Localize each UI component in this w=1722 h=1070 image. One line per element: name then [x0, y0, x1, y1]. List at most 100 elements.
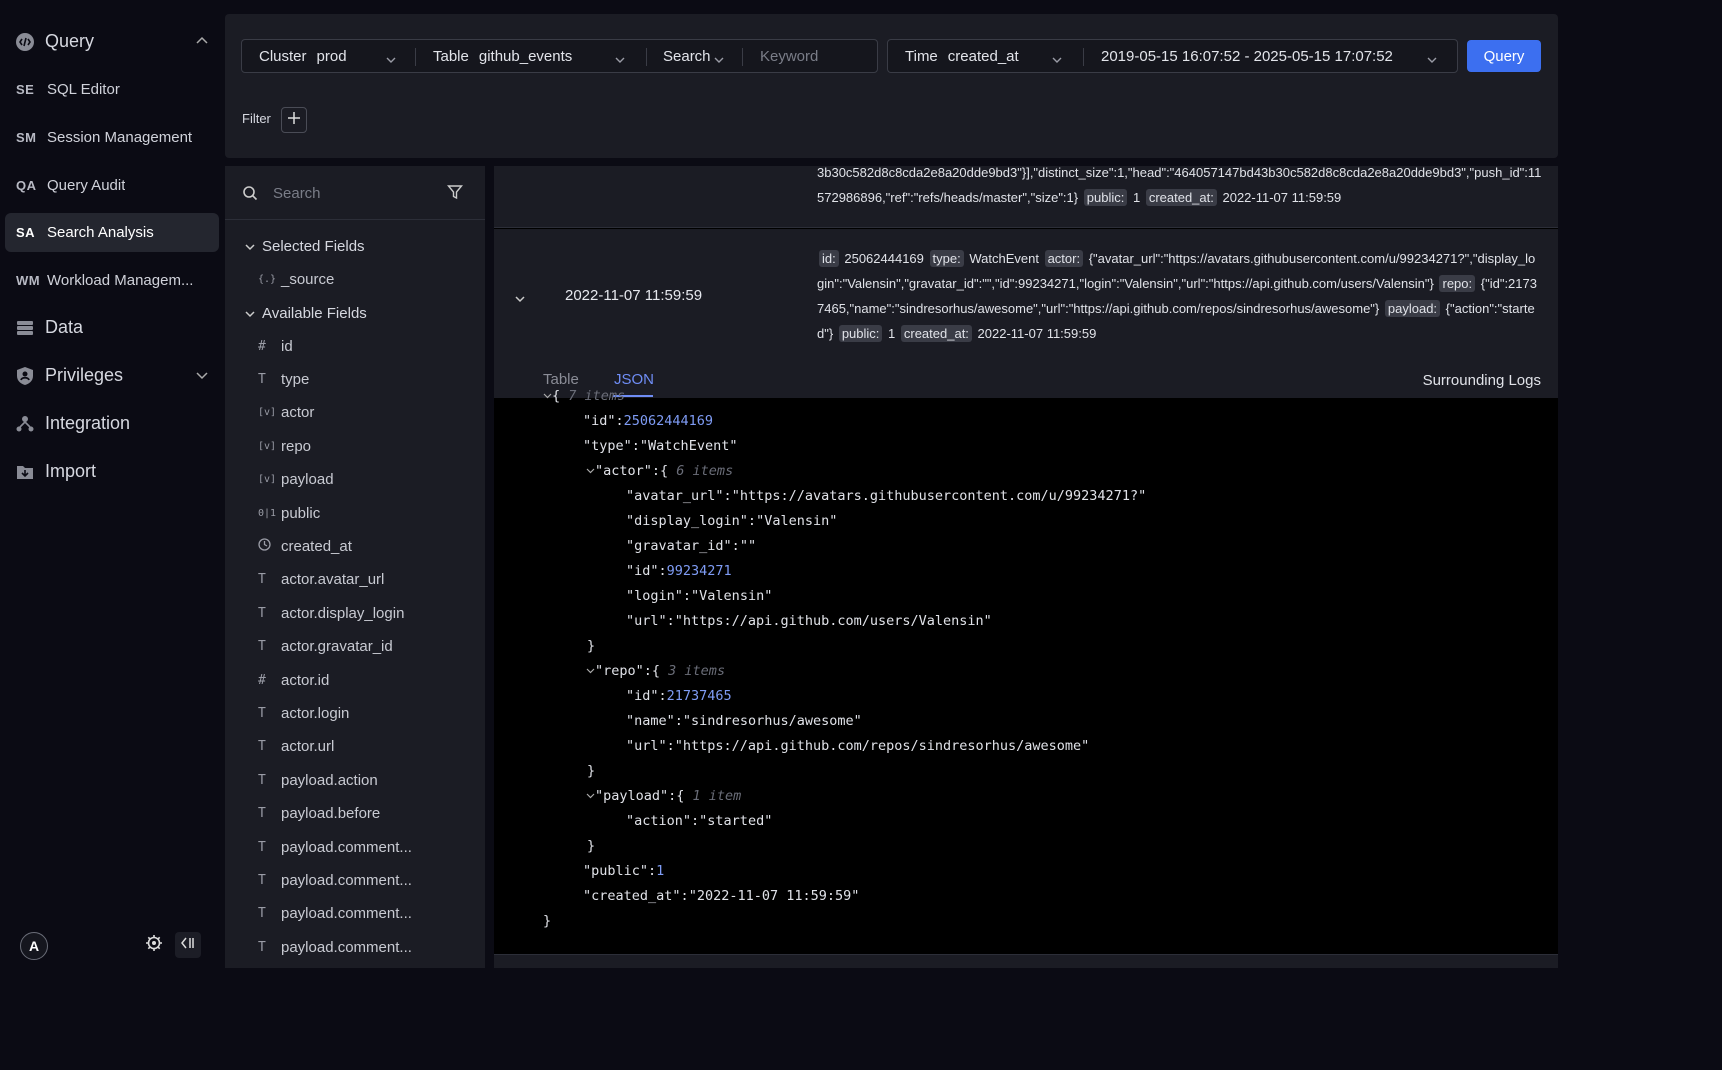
field-name: payload.comment... [281, 838, 412, 856]
log-row-content: id: 25062444169 type: WatchEvent actor: … [817, 246, 1542, 346]
available-field-item[interactable]: [v] actor [258, 398, 314, 428]
nav-item-data[interactable]: Data [5, 308, 219, 347]
available-field-item[interactable]: [v] repo [258, 431, 311, 461]
available-field-item[interactable]: Tpayload.action [258, 765, 378, 795]
nav-label: Privileges [45, 365, 124, 385]
field-tag: type: [929, 250, 964, 267]
divider [1083, 48, 1084, 66]
nav-abbr: SA [16, 225, 36, 240]
json-brace: } [587, 763, 596, 779]
clock-icon [258, 538, 281, 555]
available-field-item[interactable]: Tpayload.comment... [258, 899, 412, 929]
chevron-down-icon[interactable] [586, 788, 595, 804]
integration-icon [5, 414, 45, 434]
json-object-close: } [587, 634, 595, 659]
json-key: "url" [626, 613, 667, 629]
available-field-item[interactable]: Tactor.display_login [258, 598, 404, 628]
nav-item-sql-editor[interactable]: SE SQL Editor [5, 70, 219, 109]
field-value: {"avatar_url":"https://avatars.githubuse… [817, 251, 1536, 291]
json-value: 25062444169 [623, 413, 714, 429]
json-entry: "type":"WatchEvent" [583, 438, 738, 454]
log-row-expanded[interactable]: 2022-11-07 11:59:59 id: 25062444169 type… [494, 229, 1558, 363]
chevron-down-icon[interactable] [514, 291, 526, 309]
detail-tabs: Table JSON Surrounding Logs [494, 363, 1558, 398]
chevron-down-icon[interactable] [586, 463, 595, 479]
text-type-icon: T [258, 939, 266, 955]
collapse-sidebar-button[interactable] [175, 932, 201, 958]
json-value: "https://api.github.com/repos/sindresorh… [674, 738, 1090, 754]
log-row-content: 3b30c582d8c8cda2e8a20dde9bd3"}],"distinc… [817, 166, 1542, 210]
search-mode-select[interactable]: Search [663, 40, 725, 72]
nav-item-integration[interactable]: Integration [5, 404, 219, 443]
nav-group-query[interactable]: Query [5, 22, 219, 61]
field-tag: repo: [1439, 275, 1476, 292]
nav-item-workload-management[interactable]: WM Workload Managem... [5, 261, 219, 300]
json-entry: "name":"sindresorhus/awesome" [626, 713, 862, 729]
boolean-type-icon: 0|1 [258, 507, 277, 519]
table-select[interactable]: Table github_events [433, 40, 626, 72]
chevron-down-icon[interactable] [543, 388, 552, 404]
available-field-item[interactable]: # id [258, 331, 293, 361]
available-field-item[interactable]: Tactor.gravatar_id [258, 632, 393, 662]
available-field-item[interactable]: [v] payload [258, 465, 334, 495]
available-field-item[interactable]: Ttype [258, 364, 309, 394]
available-field-item[interactable]: Tactor.login [258, 698, 349, 728]
json-root-open: { 7 items [543, 384, 625, 409]
nav-item-search-analysis[interactable]: SA Search Analysis [5, 213, 219, 252]
field-value: 1 [1132, 190, 1141, 205]
surrounding-logs-button[interactable]: Surrounding Logs [1423, 372, 1541, 389]
json-entry: "created_at":"2022-11-07 11:59:59" [583, 888, 860, 904]
cluster-select[interactable]: Cluster prod [259, 40, 397, 72]
keyword-input[interactable]: Keyword [760, 40, 875, 72]
horizontal-scrollbar[interactable] [494, 954, 1558, 968]
selected-fields-header[interactable]: Selected Fields [245, 238, 365, 255]
nav-group-label: Query [45, 31, 95, 51]
time-field-select[interactable]: Time created_at [905, 40, 1063, 72]
chevron-down-icon[interactable] [586, 663, 595, 679]
text-type-icon: T [258, 705, 266, 721]
nav-item-import[interactable]: Import [5, 452, 219, 491]
available-field-item[interactable]: Tpayload.before [258, 799, 380, 829]
available-field-item[interactable]: 0|1 public [258, 498, 320, 528]
chevron-down-icon [614, 52, 626, 69]
available-field-item[interactable]: Tactor.avatar_url [258, 565, 384, 595]
available-field-item[interactable]: Tpayload.comment... [258, 832, 412, 862]
nav-item-session-management[interactable]: SM Session Management [5, 118, 219, 157]
field-search-box[interactable]: Search [225, 166, 485, 220]
divider [742, 48, 743, 66]
json-value: 1 [656, 863, 665, 879]
add-filter-button[interactable] [281, 107, 307, 133]
avatar[interactable]: A [20, 932, 48, 960]
field-value: 2022-11-07 11:59:59 [977, 326, 1097, 341]
theme-toggle-button[interactable] [143, 934, 165, 956]
available-field-item[interactable]: Tpayload.comment... [258, 932, 412, 962]
filter-icon[interactable] [447, 184, 463, 205]
field-name: payload.comment... [281, 938, 412, 956]
available-field-item[interactable]: Tpayload.comment... [258, 865, 412, 895]
json-key: "actor" [595, 463, 652, 479]
json-key: "action" [626, 813, 692, 829]
field-tag: created_at: [900, 325, 972, 342]
available-fields-header[interactable]: Available Fields [245, 305, 367, 322]
json-key: "id" [626, 563, 659, 579]
nav-abbr: SM [16, 130, 37, 145]
text-type-icon: T [258, 371, 266, 387]
query-button[interactable]: Query [1467, 40, 1541, 72]
log-row[interactable]: 3b30c582d8c8cda2e8a20dde9bd3"}],"distinc… [494, 166, 1558, 228]
table-value: github_events [478, 47, 573, 65]
json-entry: "id":99234271 [626, 563, 732, 579]
available-field-item[interactable]: created_at [258, 531, 352, 561]
available-field-item[interactable]: Tactor.url [258, 732, 334, 762]
time-range-picker[interactable]: 2019-05-15 16:07:52 - 2025-05-15 17:07:5… [1101, 40, 1438, 72]
text-type-icon: T [258, 906, 266, 922]
field-tag: created_at: [1145, 189, 1217, 206]
json-value: "sindresorhus/awesome" [682, 713, 862, 729]
query-icon [5, 32, 45, 52]
nav-item-query-audit[interactable]: QA Query Audit [5, 166, 219, 205]
chevron-down-icon [713, 52, 725, 69]
available-field-item[interactable]: # actor.id [258, 665, 329, 695]
field-name: payload.comment... [281, 905, 412, 923]
nav-item-privileges[interactable]: Privileges [5, 356, 219, 395]
selected-field-item[interactable]: {.} _source [258, 264, 334, 294]
text-type-icon: T [258, 639, 266, 655]
